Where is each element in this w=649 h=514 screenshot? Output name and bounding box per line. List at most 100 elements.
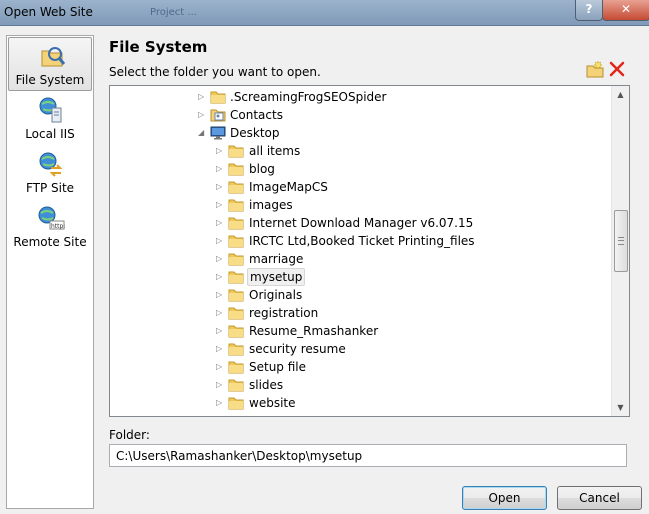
folder-label: Folder: (109, 428, 150, 442)
tree-node[interactable]: ▷ .ScreamingFrogSEOSpider (110, 88, 610, 106)
tree-node-label: website (249, 396, 296, 410)
nav-local-iis[interactable]: Local IIS (8, 92, 92, 144)
expand-arrow-icon[interactable]: ▷ (216, 254, 224, 263)
folder-icon (228, 271, 244, 284)
local-iis-icon (39, 97, 62, 123)
folder-tree[interactable]: ▷ .ScreamingFrogSEOSpider ▷ Contacts ◢ Deskto… (109, 85, 630, 417)
expand-arrow-icon[interactable]: ▷ (216, 218, 224, 227)
tree-node-label: all items (249, 144, 301, 158)
folder-icon (228, 325, 244, 338)
new-folder-icon[interactable] (586, 60, 604, 78)
tree-node[interactable]: ▷ images (110, 196, 610, 214)
file-system-icon (41, 47, 66, 67)
scroll-up-arrow[interactable]: ▲ (612, 86, 629, 103)
nav-label-local-iis: Local IIS (25, 127, 75, 141)
tree-node[interactable]: ▷ blog (110, 160, 610, 178)
delete-icon[interactable] (608, 60, 626, 78)
tree-node-label: .ScreamingFrogSEOSpider (230, 90, 387, 104)
expand-arrow-icon[interactable]: ▷ (216, 164, 224, 173)
instruction-text: Select the folder you want to open. (109, 65, 321, 79)
folder-icon (228, 397, 244, 410)
expand-arrow-icon[interactable]: ▷ (216, 308, 224, 317)
expand-arrow-icon[interactable]: ▷ (216, 182, 224, 191)
tree-vertical-scrollbar[interactable]: ▲ ▼ (611, 86, 629, 416)
tree-node-label: slides (249, 378, 284, 392)
expand-arrow-icon[interactable]: ▷ (216, 272, 224, 281)
folder-icon (210, 91, 226, 104)
folder-icon (228, 217, 244, 230)
expand-arrow-icon[interactable]: ▷ (216, 380, 224, 389)
remote-site-icon: http: (38, 206, 65, 230)
folder-icon (228, 307, 244, 320)
tree-node[interactable]: ▷ Resume_Rmashanker (110, 322, 610, 340)
tree-node-label: blog (249, 162, 275, 176)
folder-icon (228, 343, 244, 356)
folder-icon (228, 163, 244, 176)
tree-node[interactable]: ◢ Desktop (110, 124, 610, 142)
tree-node-label: Setup file (249, 360, 307, 374)
expand-arrow-icon[interactable]: ▷ (216, 344, 224, 353)
tree-node[interactable]: ▷ mysetup (110, 268, 610, 286)
tree-node-label: registration (249, 306, 319, 320)
expand-arrow-icon[interactable]: ▷ (198, 92, 206, 101)
cancel-button[interactable]: Cancel (557, 486, 642, 510)
expand-arrow-icon[interactable]: ▷ (216, 362, 224, 371)
help-button[interactable]: ? (575, 0, 603, 21)
tree-node-label-selected: mysetup (247, 268, 306, 286)
tree-node-label: Internet Download Manager v6.07.15 (249, 216, 474, 230)
nav-label-remote-site: Remote Site (13, 235, 87, 249)
tree-node[interactable]: ▷ IRCTC Ltd,Booked Ticket Printing_files (110, 232, 610, 250)
open-button[interactable]: Open (462, 486, 547, 510)
page-title: File System (109, 38, 208, 56)
folder-icon (228, 199, 244, 212)
scroll-down-arrow[interactable]: ▼ (612, 399, 629, 416)
folder-icon (228, 145, 244, 158)
expand-arrow-icon[interactable]: ▷ (216, 146, 224, 155)
folder-path-input[interactable] (109, 444, 627, 467)
tree-node[interactable]: ▷ security resume (110, 340, 610, 358)
tree-node[interactable]: ▷ slides (110, 376, 610, 394)
title-bar: Open Web Site Project ... ? ✕ (0, 0, 649, 26)
expand-arrow-icon[interactable]: ▷ (198, 110, 206, 119)
folder-icon (228, 253, 244, 266)
collapse-arrow-icon[interactable]: ◢ (198, 128, 206, 137)
desktop-folder-icon (210, 126, 226, 140)
nav-remote-site[interactable]: http: Remote Site (8, 200, 92, 252)
nav-label-file-system: File System (15, 73, 85, 87)
expand-arrow-icon[interactable]: ▷ (216, 290, 224, 299)
nav-ftp-site[interactable]: FTP Site (8, 146, 92, 198)
folder-icon (228, 361, 244, 374)
tree-node-label: marriage (249, 252, 304, 266)
tree-node-label: Contacts (230, 108, 283, 122)
expand-arrow-icon[interactable]: ▷ (216, 236, 224, 245)
tree-node-label: Originals (249, 288, 303, 302)
expand-arrow-icon[interactable]: ▷ (216, 200, 224, 209)
tree-node[interactable]: ▷ all items (110, 142, 610, 160)
tree-node[interactable]: ▷ Contacts (110, 106, 610, 124)
tree-node[interactable]: ▷ Setup file (110, 358, 610, 376)
folder-icon (228, 289, 244, 302)
tree-node-label: ImageMapCS (249, 180, 328, 194)
tree-node[interactable]: ▷ registration (110, 304, 610, 322)
close-button[interactable]: ✕ (602, 0, 649, 21)
folder-icon (228, 235, 244, 248)
window-title: Open Web Site (4, 5, 93, 19)
tree-node[interactable]: ▷ marriage (110, 250, 610, 268)
scroll-thumb[interactable] (614, 210, 628, 272)
nav-file-system[interactable]: File System (8, 37, 92, 91)
svg-text:http:: http: (51, 223, 65, 230)
folder-icon (228, 379, 244, 392)
tree-node-label: Resume_Rmashanker (249, 324, 379, 338)
location-sidebar: File System Local IIS FTP Site http: Rem… (6, 35, 94, 509)
nav-label-ftp-site: FTP Site (25, 181, 75, 195)
tree-node[interactable]: ▷ ImageMapCS (110, 178, 610, 196)
expand-arrow-icon[interactable]: ▷ (216, 398, 224, 407)
tree-node[interactable]: ▷ Internet Download Manager v6.07.15 (110, 214, 610, 232)
tree-node[interactable]: ▷ Originals (110, 286, 610, 304)
tree-node-label: Desktop (230, 126, 280, 140)
folder-icon (228, 181, 244, 194)
tree-node[interactable]: ▷ website (110, 394, 610, 412)
expand-arrow-icon[interactable]: ▷ (216, 326, 224, 335)
tree-node-label: security resume (249, 342, 346, 356)
ftp-site-icon (39, 152, 63, 177)
